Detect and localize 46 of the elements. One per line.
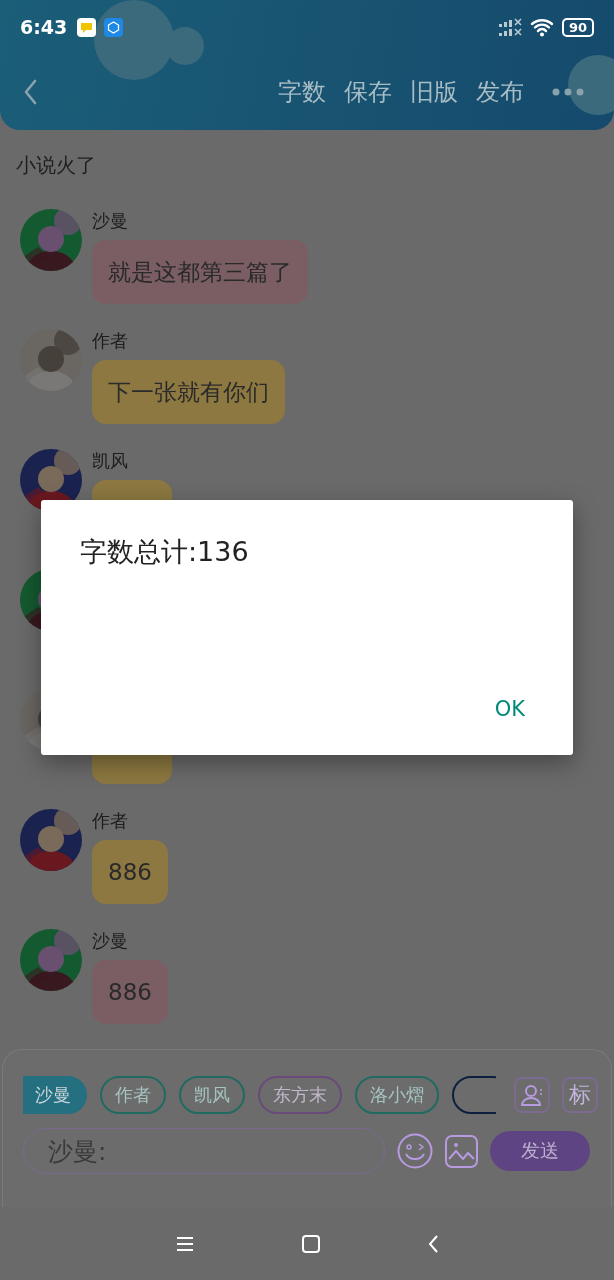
more-icon — [552, 87, 584, 97]
tag-chip[interactable]: 洛小熠 — [355, 1076, 439, 1114]
tag-chip[interactable] — [452, 1076, 496, 1114]
contact-button[interactable] — [514, 1077, 550, 1113]
tag-chip[interactable]: 东方末 — [258, 1076, 342, 1114]
square-icon — [301, 1234, 320, 1253]
home-button[interactable] — [301, 1234, 320, 1253]
menu-icon — [175, 1235, 194, 1252]
message-bubble: 就是这都第三篇了 — [92, 240, 308, 304]
ok-button[interactable]: OK — [484, 693, 535, 725]
chat-title: 小说火了 — [15, 152, 97, 179]
mark-button[interactable]: 标 — [562, 1077, 598, 1113]
sender-name: 凯风 — [92, 450, 128, 472]
sender-name: 作者 — [92, 330, 128, 352]
image-button[interactable] — [445, 1134, 478, 1168]
person-icon — [520, 1083, 544, 1107]
emoji-button[interactable] — [397, 1133, 433, 1169]
send-button[interactable]: 发送 — [490, 1131, 590, 1171]
toolbar-action[interactable]: 发布 — [476, 76, 524, 108]
image-icon — [445, 1134, 478, 1168]
tag-chip[interactable]: 凯风 — [179, 1076, 245, 1114]
message-bubble: 下一张就有你们 — [92, 360, 285, 424]
clock-time: 6:43 — [20, 16, 68, 38]
toolbar-action[interactable]: 字数 — [278, 76, 326, 108]
wink-face-icon — [397, 1133, 433, 1169]
back-icon — [427, 1234, 439, 1253]
bubble-decoration — [568, 55, 614, 115]
back-nav-button[interactable] — [427, 1234, 439, 1253]
tag-chip[interactable]: 作者 — [100, 1076, 166, 1114]
toolbar-action[interactable]: 旧版 — [410, 76, 458, 108]
sender-name: 沙曼 — [92, 210, 128, 232]
wifi-icon — [529, 17, 554, 37]
back-icon — [22, 78, 38, 106]
more-button[interactable] — [552, 87, 584, 97]
tag-chip[interactable]: 沙曼 — [23, 1076, 87, 1114]
message-bubble: 886 — [92, 960, 168, 1024]
message-bubble: 886 — [92, 840, 168, 904]
chat-app-icon — [77, 17, 97, 37]
menu-button[interactable] — [175, 1235, 194, 1252]
back-button[interactable] — [22, 78, 38, 106]
sender-name: 沙曼 — [92, 930, 128, 952]
battery-indicator: 90 — [561, 17, 594, 37]
no-signal-icon — [498, 17, 522, 37]
sender-name: 作者 — [92, 810, 128, 832]
toolbar-action[interactable]: 保存 — [344, 76, 392, 108]
dialog-message: 字数总计:136 — [80, 535, 250, 569]
